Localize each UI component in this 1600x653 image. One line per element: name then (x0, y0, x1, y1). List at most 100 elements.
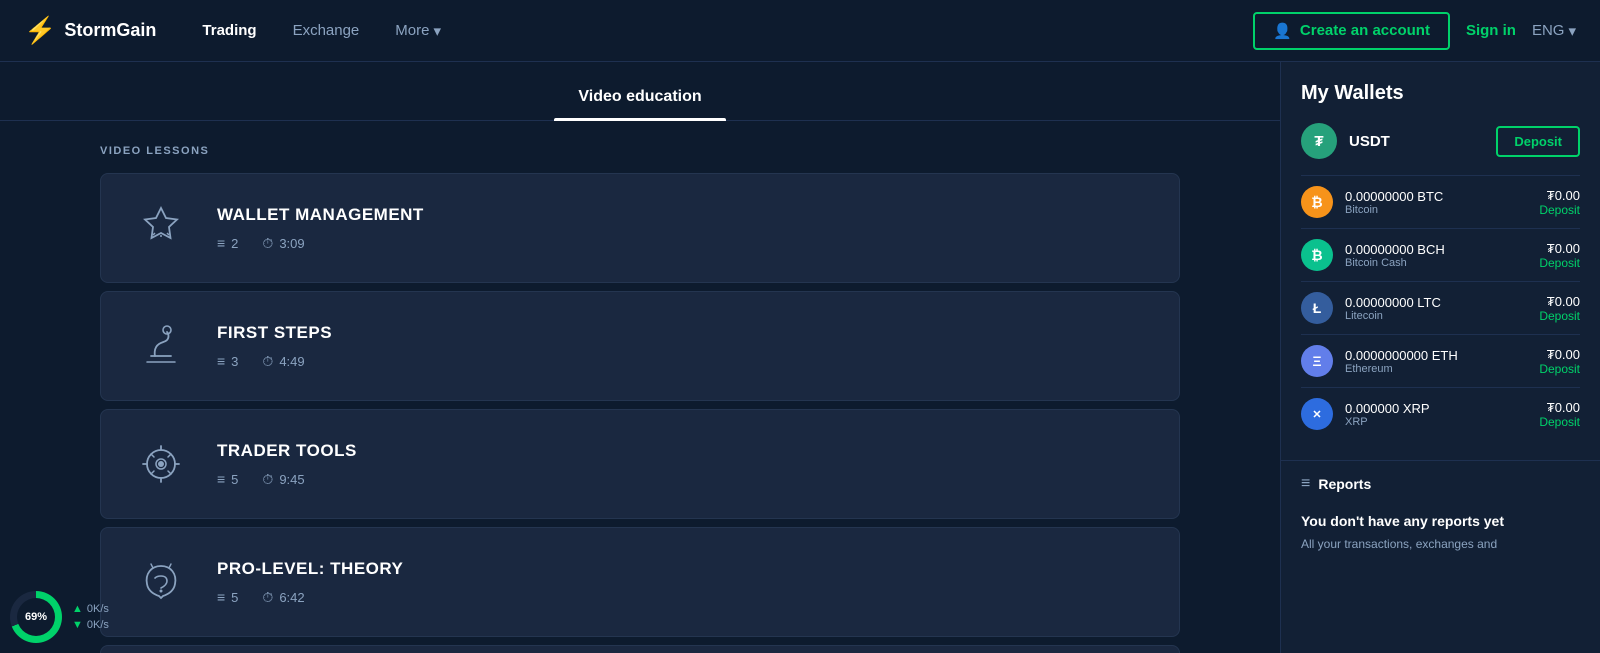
eth-icon: Ξ (1301, 345, 1333, 377)
logo-text: StormGain (64, 20, 156, 41)
user-icon: 👤 (1273, 22, 1292, 40)
btc-right: ₮0.00 Deposit (1539, 188, 1580, 217)
eth-name: Ethereum (1345, 363, 1527, 375)
ltc-value: ₮0.00 (1539, 294, 1580, 309)
main-layout: Video education VIDEO LESSONS WALLET MAN… (0, 62, 1600, 653)
bch-deposit-link[interactable]: Deposit (1539, 256, 1580, 270)
first-steps-icon (129, 314, 193, 378)
lesson-duration: ⏱ 3:09 (262, 235, 304, 252)
ltc-amount: 0.00000000 LTC (1345, 295, 1527, 310)
eth-amount: 0.0000000000 ETH (1345, 348, 1527, 363)
nav-trading[interactable]: Trading (188, 14, 270, 47)
reports-empty-text: All your transactions, exchanges and (1301, 535, 1580, 553)
list-icon: ≡ (217, 353, 225, 369)
ltc-icon: Ł (1301, 292, 1333, 324)
lesson-card-wallet-management[interactable]: WALLET MANAGEMENT ≡ 2 ⏱ 3:09 (100, 173, 1180, 283)
right-sidebar: My Wallets ₮ USDT Deposit ₿ 0.00000000 B… (1280, 62, 1600, 653)
coin-row-bch: ₿ 0.00000000 BCH Bitcoin Cash ₮0.00 Depo… (1301, 228, 1580, 281)
lesson-title: PRO-LEVEL: THEORY (217, 559, 1151, 579)
bch-name: Bitcoin Cash (1345, 257, 1527, 269)
list-icon: ≡ (217, 589, 225, 605)
create-account-button[interactable]: 👤 Create an account (1253, 12, 1450, 50)
clock-icon: ⏱ (262, 589, 273, 606)
lesson-meta: ≡ 3 ⏱ 4:49 (217, 353, 1151, 370)
chevron-down-icon: ▾ (1568, 22, 1576, 40)
section-label: VIDEO LESSONS (100, 145, 1180, 157)
header-actions: 👤 Create an account Sign in ENG ▾ (1253, 12, 1576, 50)
btc-value: ₮0.00 (1539, 188, 1580, 203)
header: ⚡ StormGain Trading Exchange More ▾ 👤 Cr… (0, 0, 1600, 62)
lesson-card-pro-level[interactable]: PRO-LEVEL: THEORY ≡ 5 ⏱ 6:42 (100, 527, 1180, 637)
btc-deposit-link[interactable]: Deposit (1539, 203, 1580, 217)
speed-up-stat: ▲ 0K/s (72, 603, 109, 615)
bch-amount: 0.00000000 BCH (1345, 242, 1527, 257)
eth-details: 0.0000000000 ETH Ethereum (1345, 348, 1527, 375)
lesson-card-trader-tools[interactable]: TRADER TOOLS ≡ 5 ⏱ 9:45 (100, 409, 1180, 519)
lesson-count: ≡ 5 (217, 471, 238, 487)
nav-exchange[interactable]: Exchange (279, 14, 374, 47)
coin-row-btc: ₿ 0.00000000 BTC Bitcoin ₮0.00 Deposit (1301, 175, 1580, 228)
lessons-area: VIDEO LESSONS WALLET MANAGEMENT ≡ 2 (0, 121, 1280, 653)
nav-more[interactable]: More ▾ (381, 14, 455, 48)
speed-stats: ▲ 0K/s ▼ 0K/s (72, 603, 109, 631)
lesson-count: ≡ 3 (217, 353, 238, 369)
list-icon: ≡ (217, 235, 225, 251)
pro-level-icon (129, 550, 193, 614)
lesson-title: WALLET MANAGEMENT (217, 205, 1151, 225)
arrow-up-icon: ▲ (72, 603, 83, 615)
ltc-name: Litecoin (1345, 310, 1527, 322)
chevron-down-icon: ▾ (433, 22, 441, 40)
wallet-management-icon (129, 196, 193, 260)
lesson-info: PRO-LEVEL: THEORY ≡ 5 ⏱ 6:42 (217, 559, 1151, 606)
btc-name: Bitcoin (1345, 204, 1527, 216)
lesson-meta: ≡ 5 ⏱ 6:42 (217, 589, 1151, 606)
xrp-deposit-link[interactable]: Deposit (1539, 415, 1580, 429)
bch-icon: ₿ (1301, 239, 1333, 271)
lesson-card-first-steps[interactable]: FIRST STEPS ≡ 3 ⏱ 4:49 (100, 291, 1180, 401)
clock-icon: ⏱ (262, 235, 273, 252)
arrow-down-icon: ▼ (72, 619, 83, 631)
reports-header: ≡ Reports (1301, 475, 1580, 493)
speed-circle: 69% (10, 591, 62, 643)
lesson-card-introductory[interactable]: INTRODUCTORY TRADING COURSE (WEBINARS) (100, 645, 1180, 653)
main-nav: Trading Exchange More ▾ (188, 14, 1253, 48)
reports-empty: You don't have any reports yet All your … (1301, 503, 1580, 563)
eth-value: ₮0.00 (1539, 347, 1580, 362)
reports-section: ≡ Reports You don't have any reports yet… (1281, 460, 1600, 577)
language-selector[interactable]: ENG ▾ (1532, 22, 1576, 40)
tab-video-education[interactable]: Video education (554, 78, 725, 120)
xrp-amount: 0.000000 XRP (1345, 401, 1527, 416)
lesson-duration: ⏱ 6:42 (262, 589, 304, 606)
lesson-title: TRADER TOOLS (217, 441, 1151, 461)
logo[interactable]: ⚡ StormGain (24, 15, 156, 46)
signin-button[interactable]: Sign in (1466, 22, 1516, 39)
wallets-title: My Wallets (1301, 82, 1580, 105)
lesson-info: TRADER TOOLS ≡ 5 ⏱ 9:45 (217, 441, 1151, 488)
lesson-title: FIRST STEPS (217, 323, 1151, 343)
lesson-count: ≡ 2 (217, 235, 238, 251)
content-area: Video education VIDEO LESSONS WALLET MAN… (0, 62, 1280, 653)
usdt-deposit-button[interactable]: Deposit (1496, 126, 1580, 157)
tab-bar: Video education (0, 62, 1280, 121)
coin-row-ltc: Ł 0.00000000 LTC Litecoin ₮0.00 Deposit (1301, 281, 1580, 334)
usdt-row: ₮ USDT Deposit (1301, 123, 1580, 159)
speed-down-stat: ▼ 0K/s (72, 619, 109, 631)
usdt-label: USDT (1349, 133, 1484, 150)
speed-percent: 69% (17, 598, 55, 636)
ltc-deposit-link[interactable]: Deposit (1539, 309, 1580, 323)
lesson-info: WALLET MANAGEMENT ≡ 2 ⏱ 3:09 (217, 205, 1151, 252)
list-icon: ≡ (217, 471, 225, 487)
lesson-meta: ≡ 2 ⏱ 3:09 (217, 235, 1151, 252)
lesson-duration: ⏱ 4:49 (262, 353, 304, 370)
btc-details: 0.00000000 BTC Bitcoin (1345, 189, 1527, 216)
eth-deposit-link[interactable]: Deposit (1539, 362, 1580, 376)
lesson-meta: ≡ 5 ⏱ 9:45 (217, 471, 1151, 488)
coin-row-eth: Ξ 0.0000000000 ETH Ethereum ₮0.00 Deposi… (1301, 334, 1580, 387)
bch-value: ₮0.00 (1539, 241, 1580, 256)
coin-row-xrp: ✕ 0.000000 XRP XRP ₮0.00 Deposit (1301, 387, 1580, 440)
xrp-icon: ✕ (1301, 398, 1333, 430)
speed-widget: 69% ▲ 0K/s ▼ 0K/s (10, 591, 109, 643)
clock-icon: ⏱ (262, 353, 273, 370)
xrp-details: 0.000000 XRP XRP (1345, 401, 1527, 428)
btc-icon: ₿ (1301, 186, 1333, 218)
